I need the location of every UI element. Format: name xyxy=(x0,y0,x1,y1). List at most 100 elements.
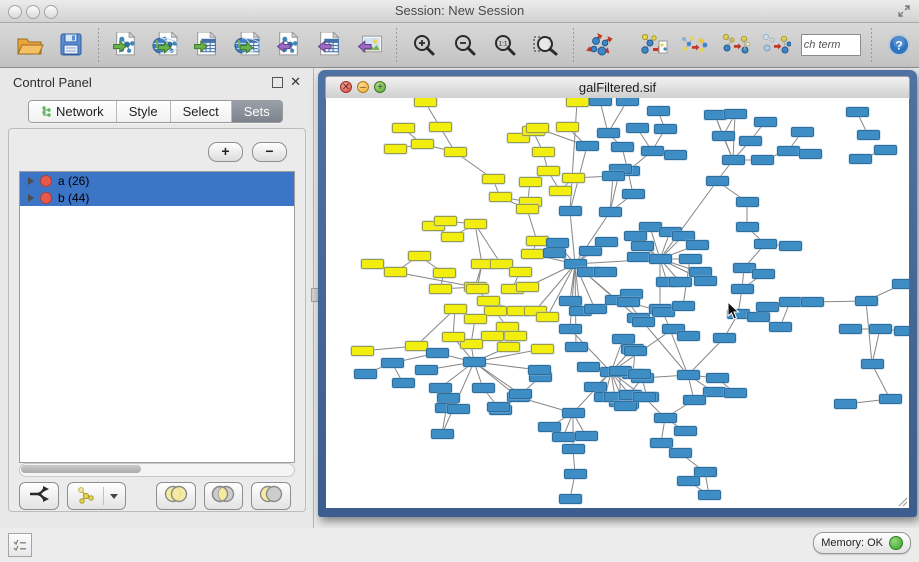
network-node-blue[interactable] xyxy=(849,154,872,164)
network-node-blue[interactable] xyxy=(706,176,729,186)
network-node-blue[interactable] xyxy=(713,333,736,343)
help-button[interactable]: ? xyxy=(878,26,919,64)
network-node-yellow[interactable] xyxy=(531,344,554,354)
network-node-blue[interactable] xyxy=(546,238,569,248)
import-network-url-button[interactable] xyxy=(145,26,186,64)
network-node-blue[interactable] xyxy=(736,222,759,232)
network-node-blue[interactable] xyxy=(654,124,677,134)
network-canvas[interactable] xyxy=(326,98,909,508)
network-node-blue[interactable] xyxy=(724,109,747,119)
difference-sets-button[interactable] xyxy=(251,482,291,510)
network-node-blue[interactable] xyxy=(584,304,607,314)
network-node-blue[interactable] xyxy=(641,146,664,156)
network-node-blue[interactable] xyxy=(834,399,857,409)
network-node-blue[interactable] xyxy=(559,206,582,216)
network-node-blue[interactable] xyxy=(584,382,607,392)
network-node-yellow[interactable] xyxy=(566,98,589,107)
network-node-blue[interactable] xyxy=(703,387,726,397)
network-node-blue[interactable] xyxy=(612,334,635,344)
network-node-blue[interactable] xyxy=(437,393,460,403)
network-node-blue[interactable] xyxy=(679,254,702,264)
network-node-blue[interactable] xyxy=(874,145,897,155)
network-node-blue[interactable] xyxy=(724,388,747,398)
network-node-blue[interactable] xyxy=(415,365,438,375)
network-node-blue[interactable] xyxy=(894,326,909,336)
network-node-blue[interactable] xyxy=(543,248,566,258)
network-node-blue[interactable] xyxy=(552,432,575,442)
set-list-item[interactable]: b (44) xyxy=(20,189,294,206)
network-node-blue[interactable] xyxy=(595,237,618,247)
network-node-blue[interactable] xyxy=(597,128,620,138)
resize-grip[interactable] xyxy=(896,495,908,507)
network-node-blue[interactable] xyxy=(769,322,792,332)
network-node-blue[interactable] xyxy=(528,365,551,375)
network-node-blue[interactable] xyxy=(631,241,654,251)
network-node-blue[interactable] xyxy=(626,123,649,133)
network-node-blue[interactable] xyxy=(751,155,774,165)
network-node-blue[interactable] xyxy=(861,359,884,369)
network-node-blue[interactable] xyxy=(892,279,909,289)
split-set-button[interactable] xyxy=(19,482,59,510)
union-networks-button[interactable] xyxy=(715,26,756,64)
network-node-blue[interactable] xyxy=(564,469,587,479)
network-node-blue[interactable] xyxy=(756,302,779,312)
network-node-blue[interactable] xyxy=(654,413,677,423)
network-node-blue[interactable] xyxy=(779,241,802,251)
network-node-blue[interactable] xyxy=(722,155,745,165)
network-node-blue[interactable] xyxy=(381,358,404,368)
zoom-out-button[interactable] xyxy=(444,26,485,64)
network-node-blue[interactable] xyxy=(683,395,706,405)
network-node-blue[interactable] xyxy=(627,252,650,262)
difference-networks-button[interactable] xyxy=(756,26,797,64)
network-node-yellow[interactable] xyxy=(562,173,585,183)
network-node-blue[interactable] xyxy=(426,348,449,358)
network-node-yellow[interactable] xyxy=(361,259,384,269)
tab-select[interactable]: Select xyxy=(171,101,232,122)
network-node-blue[interactable] xyxy=(791,127,814,137)
network-node-blue[interactable] xyxy=(538,422,561,432)
export-image-button[interactable] xyxy=(350,26,391,64)
network-node-yellow[interactable] xyxy=(384,144,407,154)
network-node-blue[interactable] xyxy=(624,346,647,356)
zoom-in-button[interactable] xyxy=(403,26,444,64)
network-node-yellow[interactable] xyxy=(516,204,539,214)
network-node-blue[interactable] xyxy=(677,476,700,486)
network-node-blue[interactable] xyxy=(754,117,777,127)
task-history-button[interactable] xyxy=(8,533,32,557)
network-node-yellow[interactable] xyxy=(405,341,428,351)
network-node-blue[interactable] xyxy=(839,324,862,334)
network-node-blue[interactable] xyxy=(731,284,754,294)
network-node-yellow[interactable] xyxy=(408,251,431,261)
network-node-blue[interactable] xyxy=(354,369,377,379)
network-node-yellow[interactable] xyxy=(392,123,415,133)
network-frame-titlebar[interactable]: ✕ – + galFiltered.sif xyxy=(325,76,910,99)
network-node-yellow[interactable] xyxy=(526,123,549,133)
intersect-sets-button[interactable] xyxy=(204,482,244,510)
network-node-blue[interactable] xyxy=(752,269,775,279)
network-node-blue[interactable] xyxy=(562,444,585,454)
network-node-blue[interactable] xyxy=(602,171,625,181)
network-node-yellow[interactable] xyxy=(414,98,437,107)
merge-networks-button[interactable] xyxy=(674,26,715,64)
network-node-blue[interactable] xyxy=(633,392,656,402)
network-node-yellow[interactable] xyxy=(477,296,500,306)
network-node-blue[interactable] xyxy=(754,239,777,249)
network-node-yellow[interactable] xyxy=(444,147,467,157)
network-node-yellow[interactable] xyxy=(484,306,507,316)
network-node-yellow[interactable] xyxy=(504,331,527,341)
network-node-blue[interactable] xyxy=(674,426,697,436)
network-node-blue[interactable] xyxy=(617,297,640,307)
network-node-yellow[interactable] xyxy=(466,284,489,294)
network-node-yellow[interactable] xyxy=(521,249,544,259)
network-node-yellow[interactable] xyxy=(442,332,465,342)
network-node-blue[interactable] xyxy=(577,362,600,372)
network-node-yellow[interactable] xyxy=(434,216,457,226)
apply-preferred-layout-button[interactable] xyxy=(580,26,621,64)
network-node-blue[interactable] xyxy=(669,277,692,287)
network-node-yellow[interactable] xyxy=(464,314,487,324)
network-node-blue[interactable] xyxy=(694,276,717,286)
network-node-blue[interactable] xyxy=(664,150,687,160)
network-node-blue[interactable] xyxy=(869,324,892,334)
network-node-blue[interactable] xyxy=(739,136,762,146)
search-input[interactable]: ch term xyxy=(801,34,861,56)
